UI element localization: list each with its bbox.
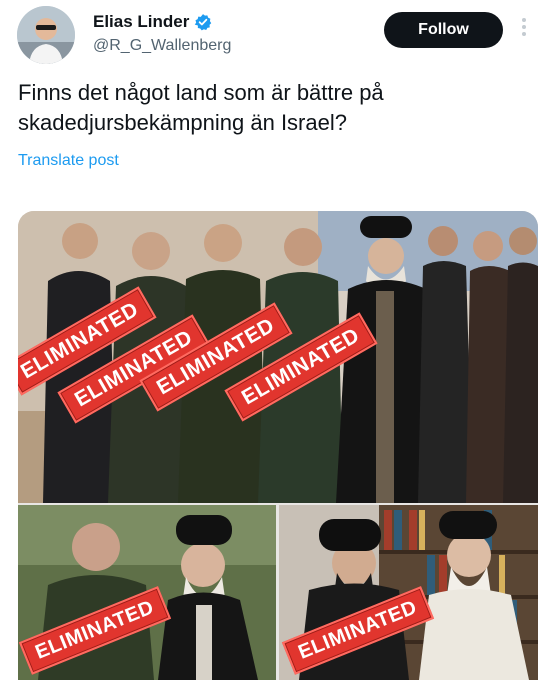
post-header: Elias Linder @R_G_Wallenberg Follow (0, 0, 555, 70)
more-options-icon[interactable] (516, 18, 532, 42)
post-text: Finns det något land som är bättre på sk… (18, 80, 384, 135)
media-photo-top[interactable]: ELIMINATED ELIMINATED ELIMINATED ELIMINA… (18, 211, 538, 503)
media-photo-bottom-right[interactable]: ELIMINATED (279, 505, 538, 680)
author-name-row: Elias Linder (93, 12, 212, 32)
follow-button[interactable]: Follow (384, 12, 503, 48)
post-media[interactable]: ELIMINATED ELIMINATED ELIMINATED ELIMINA… (18, 211, 538, 680)
group-photo-image (18, 211, 538, 503)
avatar[interactable] (17, 6, 75, 64)
avatar-image (17, 6, 75, 64)
translate-post-link[interactable]: Translate post (18, 152, 119, 170)
media-photo-bottom-left[interactable]: ELIMINATED (18, 505, 276, 680)
author-display-name[interactable]: Elias Linder (93, 12, 189, 32)
author-handle[interactable]: @R_G_Wallenberg (93, 37, 231, 55)
verified-badge-icon (194, 13, 212, 31)
